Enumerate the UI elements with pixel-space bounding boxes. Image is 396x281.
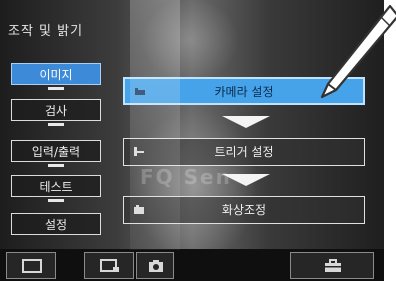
image-adjust-button[interactable]: 화상조정 (123, 196, 365, 224)
camera-settings-label: 카메라 설정 (214, 85, 274, 99)
sidebar-separator (48, 123, 64, 126)
camera-icon (149, 260, 163, 272)
sidebar-separator (48, 87, 64, 90)
stylus-icon (320, 4, 396, 99)
screen-icon (22, 259, 42, 273)
sidebar-item-test[interactable]: 테스트 (11, 175, 101, 197)
trigger-icon (134, 147, 144, 156)
toolbox-button[interactable] (290, 252, 374, 279)
toolbox-icon (325, 259, 341, 272)
sidebar-item-inspection[interactable]: 검사 (11, 99, 101, 121)
screen-edit-icon (100, 259, 119, 272)
sidebar-separator (48, 164, 64, 167)
flow-arrow-icon (222, 174, 270, 186)
sidebar-item-image[interactable]: 이미지 (11, 63, 101, 85)
sidebar-item-settings[interactable]: 설정 (11, 213, 101, 235)
screen-edit-button[interactable] (84, 252, 134, 279)
sidebar-item-io[interactable]: 입력/출력 (11, 140, 101, 162)
flow-arrow-icon (222, 116, 270, 128)
camera-icon (135, 88, 145, 95)
capture-button[interactable] (136, 252, 174, 279)
page-title: 조작 및 밝기 (8, 24, 84, 39)
screen-button[interactable] (6, 252, 56, 279)
trigger-settings-label: 트리거 설정 (214, 145, 274, 159)
image-adjust-label: 화상조정 (221, 203, 267, 217)
trigger-settings-button[interactable]: 트리거 설정 (123, 138, 365, 166)
image-adjust-icon (134, 205, 144, 214)
background-watermark: FQ Sen (140, 165, 232, 189)
sidebar-separator (48, 199, 64, 202)
